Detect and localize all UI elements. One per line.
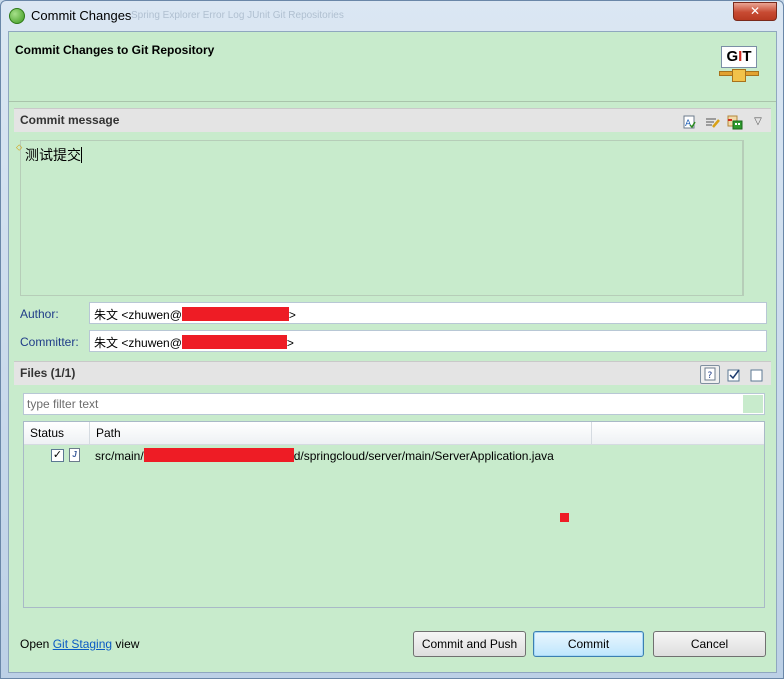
commit-message-text: 测试提交 <box>25 148 81 164</box>
git-logo-icon: GIT <box>719 44 759 84</box>
column-header-status[interactable]: Status <box>24 422 90 445</box>
table-row[interactable]: ✓ J src/main/d/springcloud/server/main/S… <box>24 446 764 464</box>
file-filter-box <box>23 393 765 415</box>
committer-label: Committer: <box>20 335 79 349</box>
select-all-icon[interactable] <box>726 367 742 383</box>
author-value-prefix: 朱文 <zhuwen@ <box>94 308 182 322</box>
file-include-checkbox[interactable]: ✓ <box>51 449 64 462</box>
change-id-icon[interactable] <box>727 114 743 130</box>
files-title: Files (1/1) <box>20 366 76 380</box>
file-path: src/main/d/springcloud/server/main/Serve… <box>95 448 554 463</box>
committer-field[interactable]: 朱文 <zhuwen@ > <box>89 330 767 352</box>
show-untracked-icon[interactable]: ? <box>700 365 720 384</box>
svg-text:A: A <box>685 119 692 129</box>
footer-open-text: Open <box>20 637 50 651</box>
commit-button[interactable]: Commit <box>533 631 644 657</box>
dialog-client-area: Commit Changes to Git Repository GIT Com… <box>8 31 777 673</box>
files-table-header: Status Path <box>24 422 764 445</box>
footer-staging-hint: Open Git Staging view <box>20 637 139 651</box>
git-staging-link[interactable]: Git Staging <box>53 637 112 651</box>
title-bar[interactable]: Commit Changes Spring Explorer Error Log… <box>1 1 783 31</box>
dropdown-menu-icon[interactable]: ▽ <box>750 114 766 130</box>
files-table: Status Path ✓ J src/main/d/springcloud/s… <box>23 421 765 608</box>
author-field[interactable]: 朱文 <zhuwen@ > <box>89 302 767 324</box>
window-title: Commit Changes <box>31 8 132 23</box>
spring-app-icon <box>9 8 25 24</box>
committer-value-suffix: > <box>286 336 294 350</box>
close-button[interactable]: ✕ <box>733 2 777 21</box>
svg-text:?: ? <box>708 371 713 381</box>
footer-view-text: view <box>115 637 140 651</box>
file-filter-input[interactable] <box>24 394 742 414</box>
redacted-block <box>181 335 287 349</box>
committer-value-prefix: 朱文 <zhuwen@ <box>94 336 182 350</box>
background-tabs: Spring Explorer Error Log JUnit Git Repo… <box>131 10 344 21</box>
commit-message-scrollbar[interactable] <box>743 140 764 296</box>
commit-and-push-button[interactable]: Commit and Push <box>413 631 526 657</box>
java-file-icon: J <box>69 448 80 462</box>
logo-letter-t: T <box>742 48 752 65</box>
author-value-suffix: > <box>288 308 296 322</box>
commit-message-title: Commit message <box>20 113 120 127</box>
files-section-header: Files (1/1) ? <box>14 361 771 385</box>
commit-dialog: Commit Changes Spring Explorer Error Log… <box>0 0 784 679</box>
deselect-all-icon[interactable] <box>749 367 765 383</box>
commit-message-input[interactable]: ⬦ 测试提交 <box>16 140 743 296</box>
warning-marker-icon: ⬦ <box>16 142 23 152</box>
dialog-header: Commit Changes to Git Repository GIT <box>9 32 776 102</box>
red-marker <box>560 513 569 522</box>
header-title: Commit Changes to Git Repository <box>15 43 215 57</box>
column-header-path[interactable]: Path <box>90 422 592 445</box>
sign-off-icon[interactable] <box>704 114 720 130</box>
redacted-block <box>143 448 294 462</box>
author-label: Author: <box>20 307 59 321</box>
redacted-block <box>181 307 289 321</box>
commit-message-section-header: Commit message A ▽ <box>14 108 771 132</box>
cancel-button[interactable]: Cancel <box>653 631 766 657</box>
spell-check-icon[interactable]: A <box>681 114 697 130</box>
filter-clear-icon[interactable] <box>743 395 763 413</box>
logo-letter-g: G <box>726 48 739 65</box>
